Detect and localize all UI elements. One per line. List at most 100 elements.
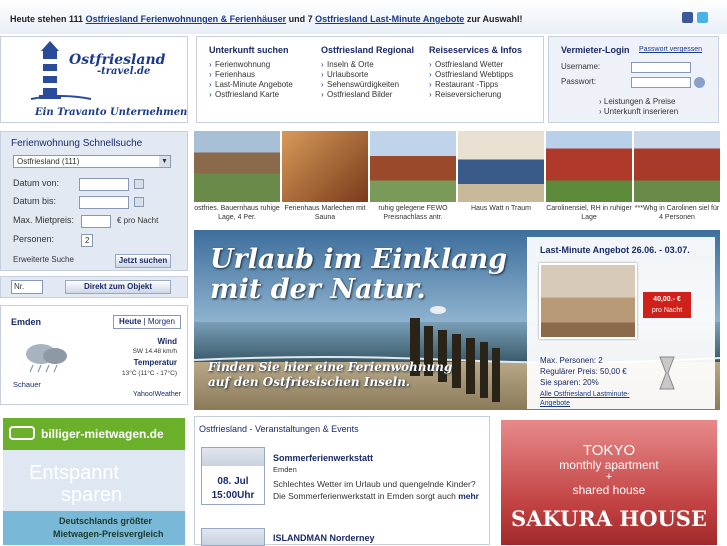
nav-item[interactable]: Sehenswürdigkeiten xyxy=(321,80,414,90)
date-from-input[interactable] xyxy=(79,178,129,191)
tab-tomorrow[interactable]: Morgen xyxy=(148,317,175,326)
price-tag: 40,00.- € pro Nacht xyxy=(643,292,691,318)
facebook-icon[interactable] xyxy=(682,12,693,23)
property-thumb[interactable]: ostfries. Bauernhaus ruhige Lage, 4 Per. xyxy=(194,131,280,227)
banner-headline: Urlaub im Einklang xyxy=(210,244,508,275)
property-caption: ostfries. Bauernhaus ruhige Lage, 4 Per. xyxy=(194,205,280,221)
event-date-box-2 xyxy=(201,528,265,546)
event-name-2[interactable]: ISLANDMAN Norderney xyxy=(273,533,375,543)
username-input[interactable] xyxy=(631,62,691,73)
tagline: Ein Travanto Unternehmen xyxy=(35,107,188,118)
property-thumb[interactable]: ***Whg in Carolinen siel für 4 Personen xyxy=(634,131,720,227)
temp-value: 13°C (11°C - 17°C) xyxy=(122,370,177,377)
search-title: Ferienwohnung Schnellsuche xyxy=(11,138,143,149)
property-photo xyxy=(370,131,456,202)
banner-subline-2: auf den Ostfriesischen Inseln. xyxy=(208,375,411,389)
region-select[interactable]: Ostfriesland (111) xyxy=(13,155,171,168)
weather-source[interactable]: Yahoo!Weather xyxy=(133,391,181,398)
date-to-input[interactable] xyxy=(79,196,129,209)
offer-regular-price: Regulärer Preis: 50,00 € xyxy=(540,367,627,376)
lastminute-title: Last-Minute Angebot 26.06. - 03.07. xyxy=(540,245,690,255)
event-description: Schlechtes Wetter im Urlaub und quengeln… xyxy=(273,478,488,502)
rain-cloud-icon xyxy=(26,344,67,373)
availability-text: Heute stehen 111 xyxy=(10,14,84,24)
all-lastminute-link[interactable]: Alle Ostfriesland Lastminute-Angebote xyxy=(540,390,640,408)
nav-item[interactable]: Inseln & Orte xyxy=(321,60,414,70)
date-to-label: Datum bis: xyxy=(13,196,57,206)
hero-banner[interactable]: Urlaub im Einklang mit der Natur. Finden… xyxy=(194,230,720,410)
search-button[interactable]: Jetzt suchen xyxy=(115,254,171,268)
lastminute-offer[interactable]: Last-Minute Angebot 26.06. - 03.07. 40,0… xyxy=(527,237,715,409)
temp-label: Temperatur xyxy=(133,358,177,367)
nav-item[interactable]: Ostfriesland Karte xyxy=(209,90,293,100)
event-more-link[interactable]: mehr xyxy=(458,491,479,501)
max-price-input[interactable] xyxy=(81,215,111,228)
nav-heading[interactable]: Unterkunft suchen xyxy=(209,45,293,55)
direct-to-object-button[interactable]: Direkt zum Objekt xyxy=(65,280,171,294)
event-place: Emden xyxy=(273,465,297,474)
main-navigation: Unterkunft suchen Ferienwohnung Ferienha… xyxy=(196,36,544,123)
calendar-icon[interactable] xyxy=(134,197,144,207)
nav-heading[interactable]: Ostfriesland Regional xyxy=(321,45,414,55)
property-caption: Ferienhaus Marlechen mit Sauna xyxy=(284,205,366,221)
ad-line-3: Deutschlands größter xyxy=(59,516,153,526)
nav-item[interactable]: Reiseversicherung xyxy=(429,90,522,100)
password-input[interactable] xyxy=(631,77,691,88)
offer-savings: Sie sparen: 20% xyxy=(540,378,599,387)
featured-properties: ostfries. Bauernhaus ruhige Lage, 4 Per.… xyxy=(194,131,720,227)
logo-box[interactable]: Ostfriesland -travel.de Ein Travanto Unt… xyxy=(0,36,188,123)
nav-item[interactable]: Last-Minute Angebote xyxy=(209,80,293,90)
ad-tokyo: TOKYO xyxy=(582,442,636,459)
price-tag-unit: pro Nacht xyxy=(651,307,683,314)
banner-subline: Finden Sie hier eine Ferienwohnung xyxy=(208,360,453,374)
banner-headline-2: mit der Natur. xyxy=(210,274,426,305)
calendar-top xyxy=(202,448,264,466)
nav-item[interactable]: Urlaubsorte xyxy=(321,70,414,80)
object-number-input[interactable]: Nr. xyxy=(11,280,43,294)
property-photo xyxy=(458,131,544,202)
availability-text-2: und 7 xyxy=(288,14,313,24)
lastminute-link[interactable]: Ostfriesland Last-Minute Angebote xyxy=(315,14,464,24)
nav-item[interactable]: Restaurant -Tipps xyxy=(429,80,522,90)
top-bar: Heute stehen 111 Ostfriesland Ferienwohn… xyxy=(0,0,727,34)
property-thumb[interactable]: Ferienhaus Marlechen mit Sauna xyxy=(282,131,368,227)
property-caption: Carolinensiel, RH in ruhiger Lage xyxy=(546,205,632,221)
quick-search: Ferienwohnung Schnellsuche Ostfriesland … xyxy=(0,131,188,271)
event-date: 08. Jul xyxy=(217,476,249,487)
nav-item[interactable]: Ferienhaus xyxy=(209,70,293,80)
nav-item[interactable]: Ostfriesland Bilder xyxy=(321,90,414,100)
forgot-password-link[interactable]: Passwort vergessen xyxy=(639,46,702,53)
persons-select[interactable]: 2 xyxy=(81,234,93,247)
sakura-house-ad[interactable]: TOKYO monthly apartment + shared house S… xyxy=(501,420,717,545)
nav-heading[interactable]: Reiseservices & Infos xyxy=(429,45,522,55)
offer-details: Max. Personen: 2 Regulärer Preis: 50,00 … xyxy=(540,355,627,388)
nav-item[interactable]: Ferienwohnung xyxy=(209,60,293,70)
property-thumb[interactable]: ruhig gelegene FEWO Preisnachlass antr. xyxy=(370,131,456,227)
list-property-link[interactable]: › Unterkunft inserieren xyxy=(599,107,678,117)
chevron-down-icon[interactable]: ▼ xyxy=(159,156,170,167)
nav-item[interactable]: Ostfriesland Wetter xyxy=(429,60,522,70)
event-time: 15:00Uhr xyxy=(211,490,255,501)
ad-line-4: Mietwagen-Preisvergleich xyxy=(53,529,164,539)
pricing-link[interactable]: › Leistungen & Preise xyxy=(599,97,678,107)
persons-value: 2 xyxy=(85,236,90,245)
nav-column-accommodation: Unterkunft suchen Ferienwohnung Ferienha… xyxy=(209,45,293,100)
extended-search-link[interactable]: Erweiterte Suche xyxy=(13,255,74,264)
event-name[interactable]: Sommerferienwerkstatt xyxy=(273,453,373,463)
property-photo xyxy=(634,131,720,202)
brand-subtitle: -travel.de xyxy=(97,66,151,77)
car-rental-ad[interactable]: billiger-mietwagen.de Entspannt sparen D… xyxy=(3,418,185,545)
weather-city: Emden xyxy=(11,317,42,327)
apartments-link[interactable]: Ostfriesland Ferienwohnungen & Ferienhäu… xyxy=(86,14,287,24)
nav-item[interactable]: Ostfriesland Webtipps xyxy=(429,70,522,80)
property-thumb[interactable]: Haus Watt n Traum xyxy=(458,131,544,227)
hourglass-icon xyxy=(659,356,675,390)
property-thumb[interactable]: Carolinensiel, RH in ruhiger Lage xyxy=(546,131,632,227)
password-label: Passwort: xyxy=(561,77,597,86)
tab-today[interactable]: Heute xyxy=(119,317,141,326)
twitter-icon[interactable] xyxy=(697,12,708,23)
login-submit-icon[interactable] xyxy=(694,77,705,88)
event-desc-text: Schlechtes Wetter im Urlaub und quengeln… xyxy=(273,479,476,501)
availability-message: Heute stehen 111 Ostfriesland Ferienwohn… xyxy=(10,14,523,24)
calendar-icon[interactable] xyxy=(134,179,144,189)
